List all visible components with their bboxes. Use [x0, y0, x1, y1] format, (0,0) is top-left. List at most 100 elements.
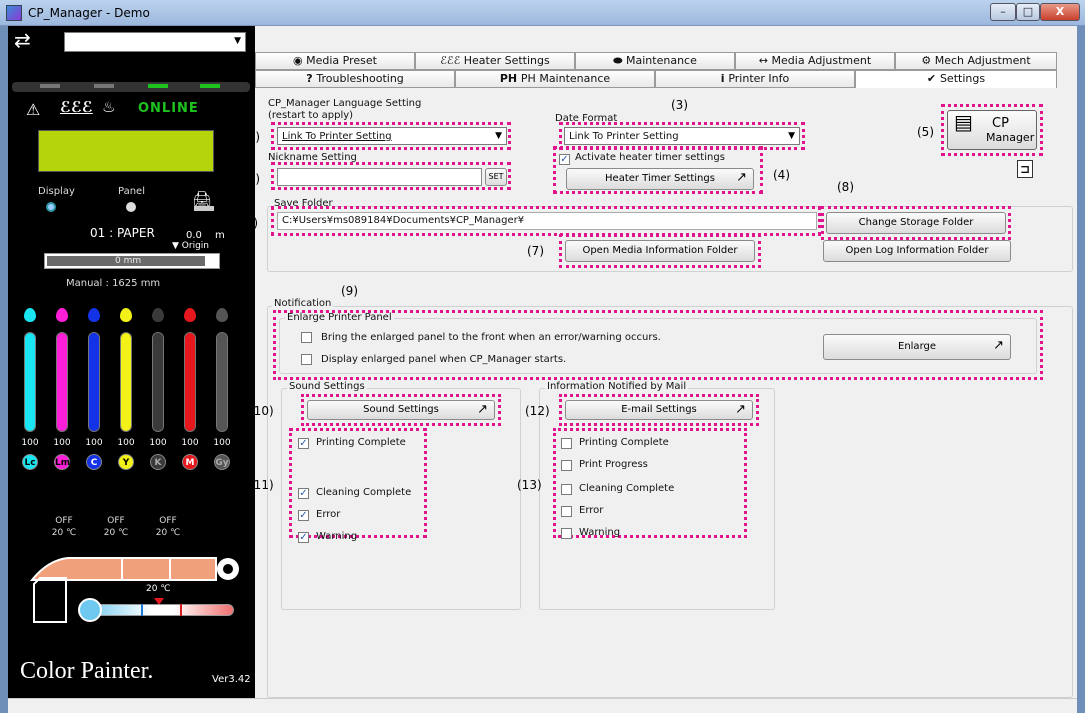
highlight-9: [273, 310, 1043, 380]
tab-troubleshooting[interactable]: ? Troubleshooting: [255, 70, 455, 88]
language-subtitle: (restart to apply): [268, 110, 354, 121]
notify-checkbox[interactable]: ✓: [298, 438, 309, 449]
display-label: Display: [38, 186, 75, 197]
ink-level-bar: [152, 332, 164, 432]
media-offset-bar: 0 mm: [44, 253, 220, 269]
ink-code-badge: Y: [118, 454, 134, 470]
pre-heater-temp: 20 ℃: [51, 528, 77, 538]
tab-maintenance[interactable]: ⬬ Maintenance: [575, 52, 735, 70]
ink-code-badge: Gy: [214, 454, 230, 470]
tab-settings[interactable]: ✔ Settings: [855, 70, 1057, 88]
notify-label: Cleaning Complete: [316, 487, 412, 498]
notify-checkbox[interactable]: ✓: [298, 510, 309, 521]
switch-printer-icon[interactable]: ⇄: [14, 28, 31, 52]
minimize-button[interactable]: –: [990, 3, 1016, 21]
ink-drop-icon: [24, 308, 36, 322]
ink-code-badge: K: [150, 454, 166, 470]
highlight-1: [271, 122, 511, 150]
panel-radio[interactable]: [126, 202, 136, 212]
ink-code-badge: C: [86, 454, 102, 470]
ink-level-value: 100: [21, 438, 39, 448]
highlight-2: [271, 162, 511, 190]
print-heater-temp: 20 ℃: [103, 528, 129, 538]
panel-toggle[interactable]: [194, 206, 214, 211]
tab-icon: ↔: [758, 54, 772, 67]
callout-9: (9): [341, 284, 358, 298]
display-lcd: [38, 130, 214, 172]
ink-level-value: 100: [149, 438, 167, 448]
settings-content: CP_Manager Language Setting (restart to …: [241, 88, 1077, 698]
maximize-button[interactable]: □: [1016, 3, 1040, 21]
notify-checkbox[interactable]: [561, 506, 572, 517]
pre-heater-state: OFF: [55, 516, 73, 526]
origin-label: ▼ Origin: [172, 241, 209, 251]
notify-checkbox[interactable]: ✓: [298, 488, 309, 499]
callout-5: (5): [917, 125, 934, 139]
tab-heater-settings[interactable]: ℰℰℰ Heater Settings: [415, 52, 575, 70]
tab-icon: ⚙: [921, 54, 935, 67]
ink-level-value: 100: [53, 438, 71, 448]
callout-7: (7): [527, 244, 544, 258]
printer-select[interactable]: ▼: [64, 32, 246, 52]
title-bar: CP_Manager - Demo – □ X: [0, 0, 1085, 26]
callout-11: (11): [249, 478, 274, 492]
tab-ph-maintenance[interactable]: PH PH Maintenance: [455, 70, 655, 88]
room-temp: 20 ℃: [146, 584, 171, 594]
callout-13: (13): [517, 478, 542, 492]
notify-label: Printing Complete: [579, 437, 669, 448]
panel-label: Panel: [118, 186, 145, 197]
indicator-bar: [12, 82, 250, 92]
ink-level-bar: [88, 332, 100, 432]
ink-level-value: 100: [181, 438, 199, 448]
language-title: CP_Manager Language Setting: [268, 98, 422, 109]
notify-checkbox[interactable]: [561, 438, 572, 449]
ink-code-badge: M: [182, 454, 198, 470]
notify-checkbox[interactable]: [561, 484, 572, 495]
ink-drop-icon: [216, 308, 228, 322]
notify-checkbox[interactable]: [561, 528, 572, 539]
notify-label: Warning: [579, 527, 621, 538]
tab-icon: ?: [306, 72, 317, 85]
position-unit: m: [215, 230, 225, 241]
callout-3: (3): [671, 98, 688, 112]
tab-printer-info[interactable]: i Printer Info: [655, 70, 855, 88]
notify-label: Cleaning Complete: [579, 483, 675, 494]
tab-media-adjustment[interactable]: ↔ Media Adjustment: [735, 52, 895, 70]
notify-label: Printing Complete: [316, 437, 406, 448]
tab-icon: ◉: [293, 54, 307, 67]
ink-drop-icon: [120, 308, 132, 322]
highlight-4: [553, 146, 763, 194]
status-bar: [8, 698, 1077, 713]
notify-checkbox[interactable]: [561, 460, 572, 471]
version-label: Ver3.42: [212, 674, 251, 685]
highlight-6: [271, 206, 821, 236]
callout-1: (1): [243, 130, 260, 144]
close-button[interactable]: X: [1040, 3, 1080, 21]
ink-drop-icon: [88, 308, 100, 322]
notify-checkbox[interactable]: ✓: [298, 532, 309, 543]
tab-mech-adjustment[interactable]: ⚙ Mech Adjustment: [895, 52, 1057, 70]
ink-level-bar: [120, 332, 132, 432]
ink-code-badge: Lm: [54, 454, 70, 470]
callout-4: (4): [773, 168, 790, 182]
open-log-folder-button[interactable]: Open Log Information Folder: [823, 240, 1011, 262]
notification-title: Notification: [272, 298, 334, 309]
printer-status-panel: ⇄ ▼ ⚠ ℰℰℰ ♨ ONLINE Display Panel 🖨 01 : …: [8, 26, 255, 698]
display-radio[interactable]: [46, 202, 56, 212]
online-status: ONLINE: [138, 101, 199, 116]
tab-icon: PH: [499, 72, 521, 85]
ink-drop-icon: [56, 308, 68, 322]
app-icon: [6, 5, 22, 21]
callout-6: (6): [241, 216, 258, 230]
position-value: 0.0: [186, 230, 202, 241]
callout-10: (10): [249, 404, 274, 418]
ink-drop-icon: [152, 308, 164, 322]
manual-length: Manual : 1625 mm: [66, 278, 161, 289]
ink-level-value: 100: [117, 438, 135, 448]
notify-label: Error: [316, 509, 341, 520]
export-icon[interactable]: ⊐: [1017, 160, 1033, 178]
tab-media-preset[interactable]: ◉ Media Preset: [255, 52, 415, 70]
callout-2: (2): [243, 172, 260, 186]
ink-level-bar: [56, 332, 68, 432]
window-title: CP_Manager - Demo: [28, 6, 150, 20]
